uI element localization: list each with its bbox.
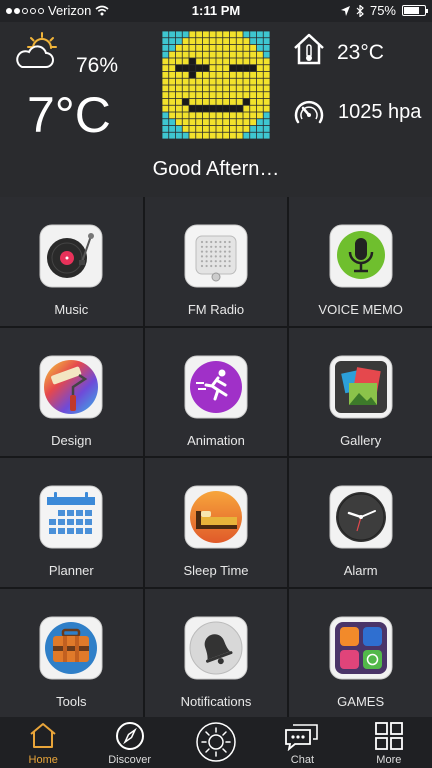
status-right: 75% — [340, 3, 428, 18]
home-thermometer-icon — [294, 33, 324, 65]
app-label: FM Radio — [187, 302, 245, 317]
tab-discover[interactable]: Discover — [86, 717, 172, 768]
tab-label: More — [376, 754, 402, 766]
tab-light[interactable] — [173, 717, 259, 768]
app-gallery[interactable]: Gallery — [289, 327, 432, 456]
tab-chat[interactable]: Chat — [259, 717, 345, 768]
location-arrow-icon — [340, 5, 350, 16]
chat-icon — [285, 724, 319, 751]
tab-home[interactable]: Home — [0, 717, 86, 768]
games-icon — [329, 616, 393, 679]
pixel-face-display[interactable] — [162, 31, 270, 139]
toolbox-icon — [39, 616, 103, 679]
app-grid: Music FM Radio VOICE MEMO Design Animati… — [0, 197, 432, 717]
paint-roller-icon — [39, 355, 103, 418]
app-label: Tools — [56, 693, 87, 709]
partly-cloudy-icon — [16, 32, 57, 68]
app-label: Notifications — [180, 693, 252, 709]
app-sleep-time[interactable]: Sleep Time — [144, 458, 288, 587]
app-label: Music — [54, 302, 89, 317]
gallery-icon — [329, 355, 393, 418]
app-animation[interactable]: Animation — [144, 327, 288, 456]
greeting-text: Good Aftern… — [152, 158, 280, 180]
status-bar: Verizon 1:11 PM 75% — [0, 0, 432, 22]
app-label: GAMES — [337, 693, 385, 709]
bluetooth-icon — [356, 4, 364, 17]
humidity-value: 76% — [76, 54, 119, 77]
bell-icon — [184, 616, 248, 679]
grid-icon — [374, 722, 403, 750]
house-icon — [30, 723, 56, 748]
bed-icon — [184, 485, 248, 549]
app-planner[interactable]: Planner — [0, 458, 143, 587]
battery-percent: 75% — [369, 3, 396, 18]
calendar-icon — [39, 485, 103, 549]
app-label: Gallery — [340, 432, 382, 448]
app-label: Design — [51, 432, 92, 448]
outdoor-temperature: 7°C — [27, 87, 111, 143]
pressure-gauge-icon — [294, 100, 324, 124]
compass-icon — [115, 722, 144, 750]
app-notifications[interactable]: Notifications — [144, 588, 288, 717]
weather-header: 76% 7°C 23°C 1025 hpa Good Aftern… — [0, 22, 432, 197]
tab-label: Discover — [108, 754, 151, 766]
radio-icon — [184, 224, 248, 288]
app-label: Animation — [187, 432, 245, 448]
pressure-value: 1025 hpa — [338, 101, 422, 123]
app-tools[interactable]: Tools — [0, 588, 143, 717]
microphone-icon — [329, 224, 393, 288]
app-label: Planner — [48, 563, 94, 578]
app-label: Sleep Time — [183, 563, 249, 578]
running-icon — [184, 355, 248, 418]
tab-label: Chat — [290, 754, 315, 766]
battery-icon — [402, 5, 428, 16]
app-alarm[interactable]: Alarm — [289, 458, 432, 587]
sun-icon — [196, 722, 236, 762]
app-voice-memo[interactable]: VOICE MEMO — [289, 197, 432, 326]
tab-label: Home — [28, 754, 58, 766]
music-icon — [39, 224, 103, 288]
app-design[interactable]: Design — [0, 327, 143, 456]
tab-more[interactable]: More — [346, 717, 432, 768]
app-games[interactable]: GAMES — [289, 588, 432, 717]
app-music[interactable]: Music — [0, 197, 143, 326]
indoor-temperature: 23°C — [337, 41, 384, 64]
app-label: VOICE MEMO — [318, 302, 403, 317]
clock-icon — [329, 485, 393, 549]
app-label: Alarm — [343, 563, 378, 578]
app-fm-radio[interactable]: FM Radio — [144, 197, 288, 326]
tab-bar: Home Discover Chat More — [0, 717, 432, 768]
